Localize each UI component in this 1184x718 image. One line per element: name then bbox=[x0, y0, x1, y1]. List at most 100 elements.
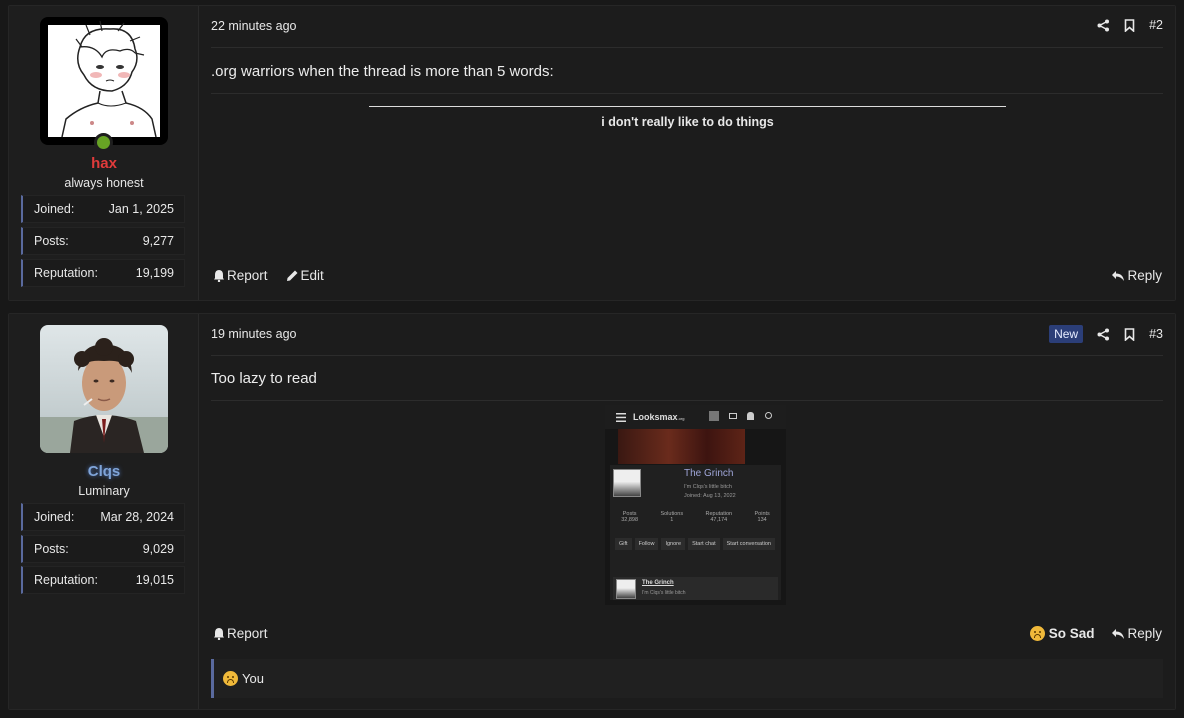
stat-label: Posts: bbox=[34, 542, 69, 556]
avatar[interactable] bbox=[40, 325, 168, 453]
post-footer-left: Report bbox=[213, 626, 268, 641]
reaction-label: So Sad bbox=[1048, 626, 1095, 641]
username[interactable]: Clqs bbox=[9, 463, 199, 480]
attached-image[interactable]: Looksmax.org The Grinch I'm Clqs's littl… bbox=[605, 405, 786, 605]
user-panel: hax always honest Joined: Jan 1, 2025 Pos… bbox=[9, 6, 199, 300]
stat-joined: Joined: Mar 28, 2024 bbox=[21, 503, 185, 531]
post-content: 22 minutes ago #2 .org warriors when the… bbox=[200, 6, 1175, 300]
avatar-icon bbox=[709, 411, 719, 421]
user-title: always honest bbox=[64, 176, 144, 190]
mail-icon bbox=[729, 413, 737, 419]
attachment-button: Gift bbox=[615, 538, 632, 550]
stat-label: Posts: bbox=[34, 234, 69, 248]
attachment-stat: Reputation 47,174 bbox=[705, 511, 733, 523]
report-label: Report bbox=[227, 626, 268, 641]
post-message: Too lazy to read bbox=[211, 370, 317, 387]
divider bbox=[211, 355, 1163, 356]
post-actions: New #3 bbox=[1049, 325, 1163, 343]
attachment-stat: Posts 32,898 bbox=[621, 511, 639, 523]
post-timestamp[interactable]: 22 minutes ago bbox=[211, 19, 296, 33]
reaction-users[interactable]: You bbox=[242, 671, 264, 686]
share-icon[interactable] bbox=[1097, 19, 1110, 32]
avatar[interactable] bbox=[40, 17, 168, 145]
attachment-list-sub: I'm Clqs's little bitch bbox=[642, 590, 686, 596]
stat-joined: Joined: Jan 1, 2025 bbox=[21, 195, 185, 223]
post-actions: #2 bbox=[1097, 18, 1163, 32]
attachment-button: Start conversation bbox=[722, 538, 775, 550]
user-panel: Clqs Luminary Joined: Mar 28, 2024 Posts:… bbox=[9, 314, 199, 709]
attachment-button: Start chat bbox=[688, 538, 720, 550]
post-message: .org warriors when the thread is more th… bbox=[211, 63, 554, 80]
post-timestamp[interactable]: 19 minutes ago bbox=[211, 327, 296, 341]
stat-value: 9,029 bbox=[142, 542, 174, 556]
attachment-header: Looksmax.org bbox=[605, 405, 786, 429]
reply-button[interactable]: Reply bbox=[1111, 626, 1162, 641]
signature-rule bbox=[369, 106, 1006, 107]
reply-icon bbox=[1111, 628, 1125, 640]
divider bbox=[211, 47, 1163, 48]
bookmark-icon[interactable] bbox=[1124, 327, 1135, 341]
bell-icon bbox=[213, 269, 225, 282]
stat-value: 19,015 bbox=[135, 573, 174, 587]
reply-label: Reply bbox=[1127, 626, 1162, 641]
post-number[interactable]: #3 bbox=[1149, 327, 1163, 341]
sad-emoji-icon bbox=[223, 671, 238, 686]
bell-icon bbox=[213, 627, 225, 640]
attachment-list-avatar bbox=[616, 579, 636, 599]
stat-posts: Posts: 9,277 bbox=[21, 227, 185, 255]
attachment-list-item: The Grinch I'm Clqs's little bitch bbox=[613, 577, 778, 600]
divider bbox=[211, 400, 1163, 401]
reply-icon bbox=[1111, 270, 1125, 282]
post-content: 19 minutes ago New #3 Too lazy to read L… bbox=[200, 314, 1175, 709]
attachment-button: Follow bbox=[634, 538, 659, 550]
stat-reputation: Reputation: 19,015 bbox=[21, 566, 185, 594]
pencil-icon bbox=[286, 269, 299, 282]
report-button[interactable]: Report bbox=[213, 626, 268, 641]
bookmark-icon[interactable] bbox=[1124, 18, 1135, 32]
report-label: Report bbox=[227, 268, 268, 283]
attachment-stat: Points 134 bbox=[754, 511, 770, 523]
edit-label: Edit bbox=[300, 268, 324, 283]
sad-emoji-icon bbox=[1029, 626, 1045, 641]
report-button[interactable]: Report bbox=[213, 268, 268, 283]
reply-button[interactable]: Reply bbox=[1111, 268, 1162, 283]
reaction-button[interactable]: So Sad bbox=[1029, 626, 1095, 641]
attachment-joined: Joined: Aug 13, 2022 bbox=[684, 493, 736, 499]
post-footer-right: Reply bbox=[1111, 268, 1162, 283]
bell-icon bbox=[747, 412, 754, 420]
attachment-stats: Posts 32,898 Solutions 1 Reputation 47,174 … bbox=[610, 511, 781, 523]
stat-reputation: Reputation: 19,199 bbox=[21, 259, 185, 287]
attachment-stat: Solutions 1 bbox=[660, 511, 684, 523]
attachment-logo: Looksmax.org bbox=[633, 412, 685, 422]
online-status-indicator bbox=[94, 133, 113, 152]
stat-label: Reputation: bbox=[34, 266, 98, 280]
attachment-list-name: The Grinch bbox=[642, 580, 674, 586]
post-footer-right: So Sad Reply bbox=[1029, 626, 1162, 641]
username[interactable]: hax bbox=[9, 155, 199, 172]
search-icon bbox=[765, 412, 772, 419]
stat-label: Joined: bbox=[34, 202, 75, 216]
attachment-profile-card: The Grinch I'm Clqs's little bitch Joine… bbox=[610, 465, 781, 600]
menu-icon bbox=[616, 413, 626, 422]
attachment-username: The Grinch bbox=[684, 468, 734, 479]
reactions-bar[interactable]: You bbox=[211, 659, 1163, 698]
attachment-button: Ignore bbox=[661, 538, 686, 550]
edit-button[interactable]: Edit bbox=[286, 268, 324, 283]
new-badge: New bbox=[1049, 325, 1084, 343]
attachment-banner bbox=[618, 429, 745, 464]
stat-label: Reputation: bbox=[34, 573, 98, 587]
divider bbox=[211, 93, 1163, 94]
stat-label: Joined: bbox=[34, 510, 75, 524]
user-title: Luminary bbox=[78, 484, 130, 498]
post-2: hax always honest Joined: Jan 1, 2025 Pos… bbox=[8, 5, 1176, 301]
stat-value: 19,199 bbox=[135, 266, 174, 280]
stat-value: Mar 28, 2024 bbox=[100, 510, 174, 524]
post-number[interactable]: #2 bbox=[1149, 18, 1163, 32]
share-icon[interactable] bbox=[1097, 328, 1110, 341]
avatar-photo bbox=[40, 325, 168, 453]
stat-posts: Posts: 9,029 bbox=[21, 535, 185, 563]
attachment-subtitle: I'm Clqs's little bitch bbox=[684, 484, 732, 490]
signature-text: i don't really like to do things bbox=[601, 115, 774, 129]
stat-value: Jan 1, 2025 bbox=[108, 202, 174, 216]
reply-label: Reply bbox=[1127, 268, 1162, 283]
